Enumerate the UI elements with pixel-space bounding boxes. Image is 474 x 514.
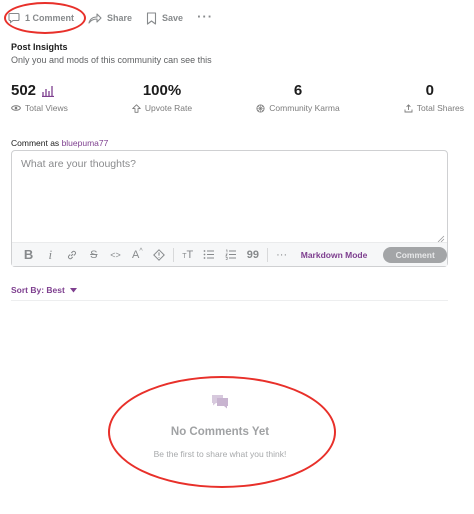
share-icon xyxy=(404,103,413,112)
spoiler-button[interactable] xyxy=(148,245,169,265)
more-options-button[interactable]: ··· xyxy=(197,9,213,24)
numbered-list-icon xyxy=(225,249,237,260)
stat-label: Community Karma xyxy=(269,103,340,113)
stat-label: Total Shares xyxy=(416,103,464,113)
share-arrow-icon xyxy=(88,13,102,24)
superscript-button[interactable]: A ^ xyxy=(127,245,148,265)
bulleted-list-button[interactable] xyxy=(199,245,220,265)
italic-button[interactable]: i xyxy=(40,245,61,265)
stat-value: 6 xyxy=(293,82,303,99)
link-icon xyxy=(68,250,77,259)
save-button-label: Save xyxy=(162,13,184,23)
sort-dropdown[interactable]: Sort By: Best xyxy=(11,285,77,295)
numbered-list-button[interactable] xyxy=(221,245,242,265)
stat-value: 0 xyxy=(425,82,434,99)
heading-button[interactable]: TT xyxy=(177,245,198,265)
link-button[interactable] xyxy=(61,245,82,265)
empty-state-subtitle: Be the first to share what you think! xyxy=(153,449,287,459)
formatting-toolbar: B i S <> A ^ TT 99 ··· Markdown Mode Comm… xyxy=(12,242,448,266)
more-formatting-button[interactable]: ··· xyxy=(271,245,292,265)
toolbar-divider xyxy=(173,247,175,262)
comment-as-prefix: Comment as xyxy=(11,138,60,148)
karma-icon xyxy=(256,103,265,113)
stat-community-karma: 6 Community Karma xyxy=(248,82,348,113)
save-button[interactable]: Save xyxy=(146,11,184,25)
stat-total-views: 502 Total Views xyxy=(11,82,111,113)
bold-button[interactable]: B xyxy=(18,245,39,265)
section-divider xyxy=(11,300,448,301)
bulleted-list-icon xyxy=(204,250,215,259)
submit-comment-button[interactable]: Comment xyxy=(383,246,448,263)
upvote-icon xyxy=(132,103,141,113)
username-link[interactable]: bluepuma77 xyxy=(62,138,109,148)
markdown-mode-button[interactable]: Markdown Mode xyxy=(301,250,368,260)
share-button[interactable]: Share xyxy=(88,12,132,24)
toolbar-divider xyxy=(267,247,269,262)
comments-button[interactable]: 1 Comment xyxy=(8,12,74,24)
stat-upvote-rate: 100% Upvote Rate xyxy=(112,82,212,113)
eye-icon xyxy=(11,105,21,111)
inline-code-button[interactable]: <> xyxy=(105,245,126,265)
stat-label: Total Views xyxy=(25,103,68,113)
bar-chart-icon xyxy=(42,85,55,97)
comments-button-label: 1 Comment xyxy=(25,13,75,23)
strikethrough-button[interactable]: S xyxy=(83,245,104,265)
comment-icon xyxy=(8,12,20,24)
share-button-label: Share xyxy=(107,13,133,23)
bookmark-icon xyxy=(146,11,157,25)
superscript-mark-icon: ^ xyxy=(139,248,143,255)
spoiler-icon xyxy=(153,248,165,261)
post-insights-title: Post Insights xyxy=(11,42,68,52)
stat-value: 502 xyxy=(11,82,37,99)
superscript-glyph: A xyxy=(131,248,140,261)
stat-value: 100% xyxy=(142,82,182,99)
heading-glyph: T xyxy=(186,248,194,261)
empty-state-title: No Comments Yet xyxy=(170,426,270,438)
post-action-bar: 1 Comment Share Save ··· xyxy=(8,4,227,32)
quote-button[interactable]: 99 xyxy=(242,245,263,265)
stat-total-shares: 0 Total Shares xyxy=(364,82,464,113)
comment-input[interactable] xyxy=(12,151,447,244)
comment-editor: B i S <> A^ TT 99 ··· Markdown Mode Comm… xyxy=(11,150,448,267)
comments-empty-icon xyxy=(212,395,228,409)
post-insights-subtitle: Only you and mods of this community can … xyxy=(11,55,212,65)
stat-label: Upvote Rate xyxy=(144,103,193,113)
comment-as-label: Comment as bluepuma77 xyxy=(11,138,108,148)
caret-down-icon xyxy=(69,287,77,292)
sort-label: Sort By: Best xyxy=(11,285,65,295)
